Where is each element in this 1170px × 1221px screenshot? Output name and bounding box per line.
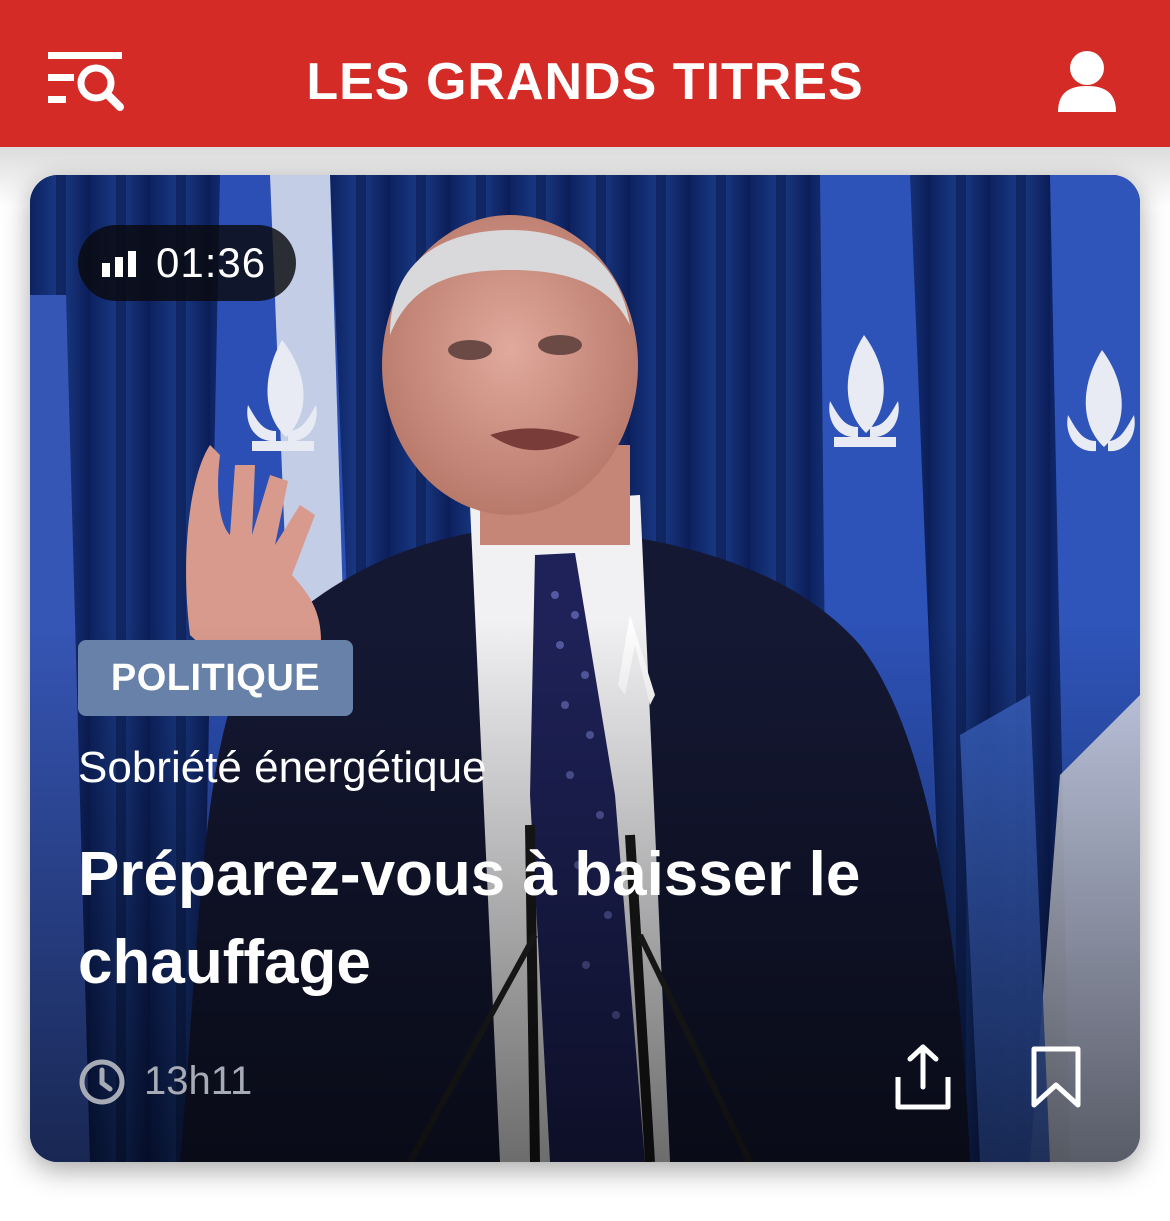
article-kicker: Sobriété énergétique (78, 743, 487, 792)
bookmark-icon (1031, 1046, 1081, 1108)
article-card[interactable]: 01:36 POLITIQUE Sobriété énergétique Pré… (30, 175, 1140, 1162)
article-time-text: 13h11 (144, 1059, 253, 1103)
article-headline[interactable]: Préparez-vous à baisser le chauffage (78, 831, 878, 1007)
bookmark-button[interactable] (1028, 1045, 1084, 1111)
page-title: LES GRANDS TITRES (306, 53, 864, 111)
profile-button[interactable] (1052, 48, 1122, 118)
media-duration-badge[interactable]: 01:36 (78, 225, 296, 301)
user-icon (1058, 51, 1116, 112)
clock-icon (79, 1059, 125, 1105)
top-bar: LES GRANDS TITRES (0, 0, 1170, 147)
audio-bars-icon (102, 251, 136, 277)
share-button[interactable] (892, 1043, 954, 1113)
share-icon (895, 1044, 951, 1110)
category-tag[interactable]: POLITIQUE (78, 640, 353, 716)
media-duration: 01:36 (156, 239, 267, 286)
